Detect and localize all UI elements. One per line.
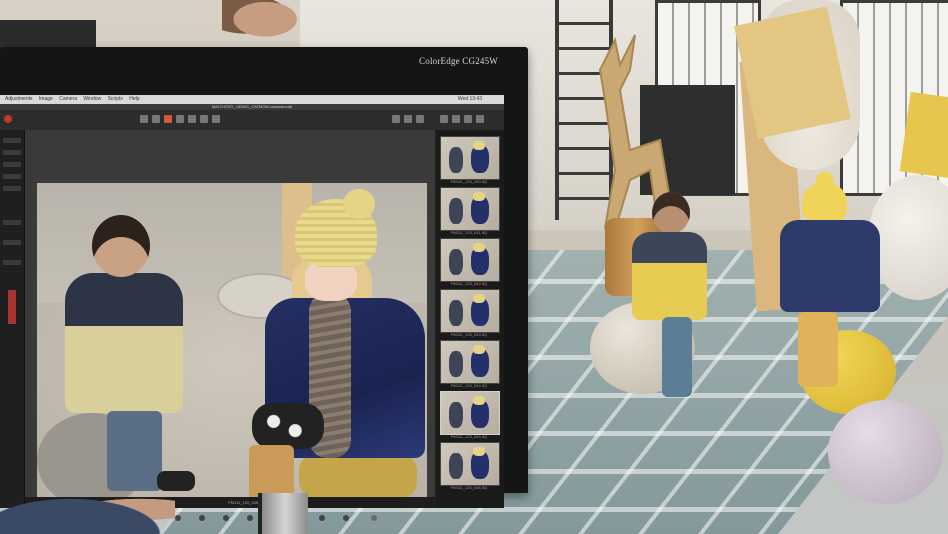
osd-button[interactable] — [175, 515, 181, 521]
reset-icon[interactable] — [212, 115, 220, 123]
thumbnail[interactable] — [440, 442, 500, 486]
panel-control[interactable] — [3, 220, 21, 225]
osd-button[interactable] — [343, 515, 349, 521]
boy-model — [632, 192, 712, 402]
panel-control[interactable] — [3, 260, 21, 265]
monitor-screen: Adjustments Image Camera Window Scripts … — [0, 95, 504, 508]
thumbnail-selected[interactable] — [440, 391, 500, 435]
boy-legs — [662, 317, 692, 397]
power-button[interactable] — [371, 515, 377, 521]
girl-hat — [802, 182, 847, 222]
back-monitor — [0, 20, 96, 50]
pan-tool-icon[interactable] — [140, 115, 148, 123]
viewer-photo[interactable] — [37, 183, 427, 501]
monitor: ColorEdge CG245W Adjustments Image Camer… — [0, 47, 528, 521]
girl-legs — [798, 312, 838, 387]
thumbnail-label: PM111_120_042.IIQ — [450, 281, 488, 286]
capture-icon[interactable] — [452, 115, 460, 123]
boy-head — [652, 192, 690, 234]
tool-tab[interactable] — [3, 186, 21, 191]
panel-control[interactable] — [3, 240, 21, 245]
monitor-brand-label: ColorEdge CG245W — [419, 56, 498, 66]
monitor-stand — [262, 493, 308, 534]
thumbnail[interactable] — [440, 238, 500, 282]
tool-tab[interactable] — [3, 174, 21, 179]
boy-jacket — [632, 232, 707, 320]
photo-boy-jacket — [65, 273, 183, 413]
person-foreground — [0, 493, 175, 534]
menu-item-help[interactable]: Help — [129, 96, 139, 102]
app-logo-icon — [4, 115, 12, 123]
girl-coat — [780, 220, 880, 312]
lilac-pouf — [828, 400, 943, 504]
photo-boy-head — [92, 215, 150, 277]
menu-item-camera[interactable]: Camera — [59, 96, 77, 102]
tool-tab[interactable] — [3, 138, 21, 143]
thumbnail-label: PM111_120_041.IIQ — [450, 230, 488, 235]
app-toolbar — [0, 110, 504, 131]
photo-girl-dress — [252, 403, 324, 449]
thumbnail-browser: PM111_120_040.IIQ PM111_120_041.IIQ PM11… — [436, 130, 504, 508]
thumbnail-label: PM111_120_044.IIQ — [450, 383, 488, 388]
menu-item-adjustments[interactable]: Adjustments — [5, 96, 33, 102]
settings-icon[interactable] — [464, 115, 472, 123]
thumbnail[interactable] — [440, 136, 500, 180]
photo-boy-shoe — [157, 471, 195, 491]
thumbnail[interactable] — [440, 187, 500, 231]
tool-tab[interactable] — [3, 162, 21, 167]
menu-item-image[interactable]: Image — [39, 96, 53, 102]
girl-model — [780, 172, 890, 402]
thumbnail-label: PM111_120_040.IIQ — [450, 179, 488, 184]
picker-tool-icon[interactable] — [188, 115, 196, 123]
grid-view-icon[interactable] — [392, 115, 400, 123]
thumbnail-label: PM111_120_046.IIQ — [450, 485, 488, 490]
photo-girl-pompom — [343, 189, 375, 219]
tool-tab[interactable] — [3, 150, 21, 155]
process-icon[interactable] — [440, 115, 448, 123]
histogram-indicator — [8, 290, 16, 324]
thumbnail[interactable] — [440, 340, 500, 384]
tool-panel — [0, 130, 25, 508]
help-icon[interactable] — [476, 115, 484, 123]
osd-button[interactable] — [223, 515, 229, 521]
osd-button[interactable] — [319, 515, 325, 521]
list-view-icon[interactable] — [404, 115, 412, 123]
compare-icon[interactable] — [416, 115, 424, 123]
osd-button[interactable] — [199, 515, 205, 521]
brush-tool-icon[interactable] — [200, 115, 208, 123]
thumbnail[interactable] — [440, 289, 500, 333]
osd-button[interactable] — [247, 515, 253, 521]
photo-boy-legs — [107, 411, 162, 491]
zoom-tool-icon[interactable] — [164, 115, 172, 123]
menu-bar: Adjustments Image Camera Window Scripts … — [0, 95, 504, 104]
thumbnail-label: PM111_120_045.IIQ — [450, 434, 488, 439]
rotate-tool-icon[interactable] — [176, 115, 184, 123]
thumbnail-label: PM111_120_043.IIQ — [450, 332, 488, 337]
menu-clock: Wed 13:43 — [457, 96, 482, 102]
menu-item-window[interactable]: Window — [83, 96, 101, 102]
crop-tool-icon[interactable] — [152, 115, 160, 123]
image-viewer[interactable] — [25, 130, 435, 508]
menu-item-scripts[interactable]: Scripts — [108, 96, 123, 102]
person-background — [222, 0, 318, 48]
